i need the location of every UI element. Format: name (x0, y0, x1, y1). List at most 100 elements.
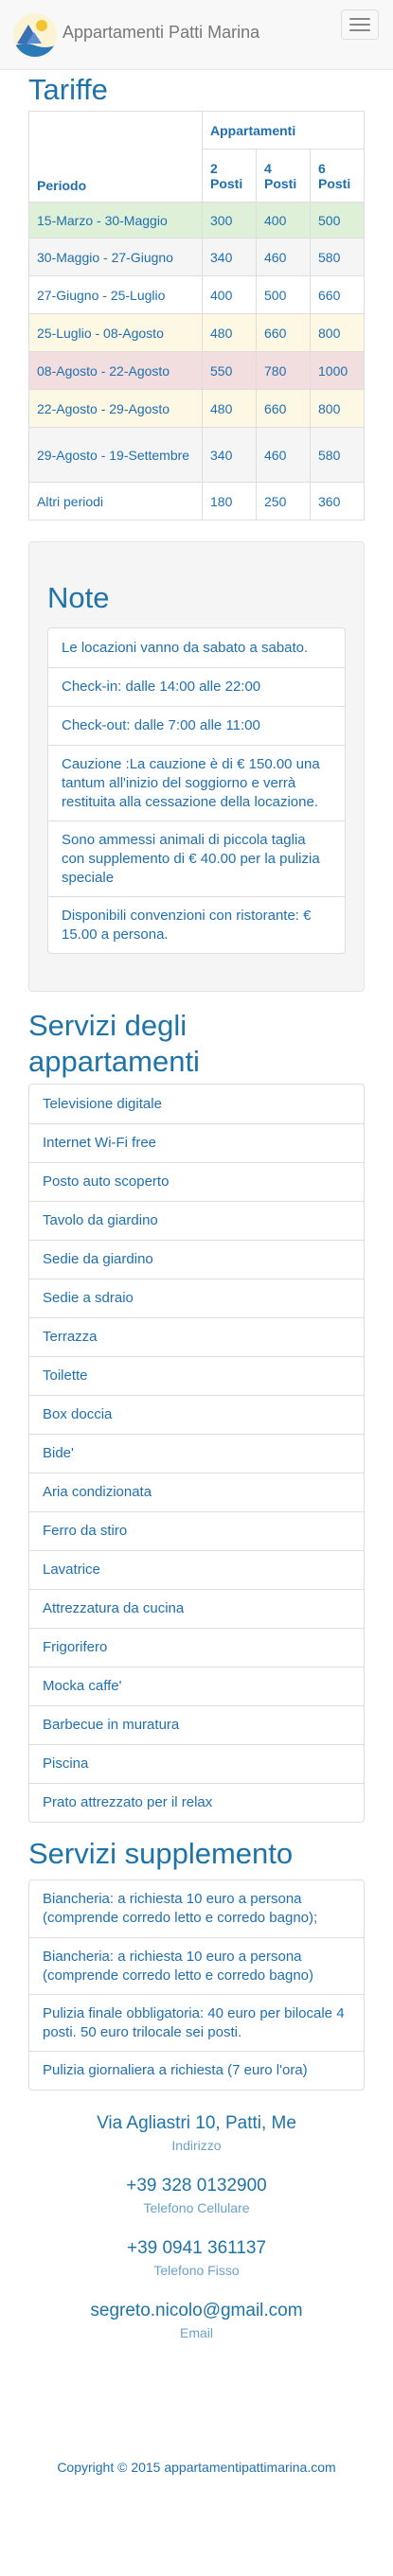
service-item-label: Frigorifero (43, 1639, 108, 1655)
note-item-label: Disponibili convenzioni con ristorante: … (62, 907, 312, 943)
service-item: Mocka caffe' (29, 1667, 364, 1705)
notes-heading: Note (47, 581, 110, 614)
price-cell: 550 (202, 351, 257, 390)
contact-entry: +39 0941 361137 Telefono Fisso (28, 2238, 365, 2278)
period-cell: 30-Maggio - 27-Giugno (28, 238, 203, 276)
service-item-label: Terrazza (43, 1329, 98, 1345)
rates-row: 08-Agosto - 22-Agosto 550 780 1000 (28, 351, 365, 390)
price-cell: 500 (256, 275, 311, 314)
rates-row: 25-Luglio - 08-Agosto 480 660 800 (28, 313, 365, 352)
menu-bar-icon (349, 18, 370, 20)
contact-label: Indirizzo (171, 2138, 222, 2153)
service-item: Piscina (29, 1744, 364, 1783)
service-item-label: Ferro da stiro (43, 1523, 128, 1539)
period-cell: 22-Agosto - 29-Agosto (28, 389, 203, 428)
rates-table: Periodo Appartamenti 2 Posti 4 Posti 6 P… (28, 111, 365, 520)
service-item: Attrezzatura da cucina (29, 1589, 364, 1628)
service-item: Ferro da stiro (29, 1511, 364, 1550)
price-cell: 480 (202, 389, 257, 428)
service-item: Internet Wi-Fi free (29, 1123, 364, 1162)
price-cell: 580 (310, 238, 365, 276)
price-cell: 360 (310, 482, 365, 520)
period-cell: 25-Luglio - 08-Agosto (28, 313, 203, 352)
price-cell: 1000 (310, 351, 365, 390)
column-header-2-posti: 2 Posti (202, 149, 257, 203)
contact-value[interactable]: +39 0941 361137 (28, 2238, 365, 2259)
price-cell: 660 (310, 275, 365, 314)
supplement-item: Biancheria: a richiesta 10 euro a person… (29, 1937, 364, 1994)
supplements-heading: Servizi supplemento (28, 1837, 294, 1870)
price-cell: 580 (310, 427, 365, 483)
contact-value[interactable]: segreto.nicolo@gmail.com (28, 2301, 365, 2321)
price-cell: 500 (310, 202, 365, 238)
price-cell: 660 (256, 313, 311, 352)
price-cell: 480 (202, 313, 257, 352)
note-item-label: Le locazioni vanno da sabato a sabato. (62, 639, 309, 656)
contact-value[interactable]: +39 328 0132900 (28, 2176, 365, 2197)
rates-row: 30-Maggio - 27-Giugno 340 460 580 (28, 238, 365, 276)
brand-title[interactable]: Appartamenti Patti Marina (63, 23, 259, 43)
note-item-label: Check-out: dalle 7:00 alle 11:00 (62, 717, 260, 733)
service-item: Box doccia (29, 1395, 364, 1434)
contact-value[interactable]: Via Agliastri 10, Patti, Me (28, 2113, 365, 2134)
supplements-list: Biancheria: a richiesta 10 euro a person… (28, 1879, 365, 2091)
contact-entry: Via Agliastri 10, Patti, Me Indirizzo (28, 2113, 365, 2153)
note-item-label: Check-in: dalle 14:00 alle 22:00 (62, 679, 261, 695)
service-item-label: Bide' (43, 1445, 74, 1461)
supplement-item: Pulizia finale obbligatoria: 40 euro per… (29, 1994, 364, 2051)
price-cell: 800 (310, 313, 365, 352)
rates-row: 27-Giugno - 25-Luglio 400 500 660 (28, 275, 365, 314)
service-item-label: Televisione digitale (43, 1095, 162, 1112)
service-item: Sedie da giardino (29, 1240, 364, 1279)
contact-label: Telefono Cellulare (143, 2200, 250, 2215)
service-item-label: Sedie da giardino (43, 1251, 153, 1267)
rates-row: 22-Agosto - 29-Agosto 480 660 800 (28, 389, 365, 428)
service-item: Frigorifero (29, 1628, 364, 1667)
price-cell: 460 (256, 238, 311, 276)
price-cell: 660 (256, 389, 311, 428)
services-heading: Servizi degli appartamenti (28, 1009, 200, 1078)
notes-panel: Note Le locazioni vanno da sabato a saba… (28, 541, 365, 992)
service-item-label: Attrezzatura da cucina (43, 1600, 185, 1616)
service-item: Posto auto scoperto (29, 1162, 364, 1201)
period-cell: 08-Agosto - 22-Agosto (28, 351, 203, 390)
service-item: Barbecue in muratura (29, 1705, 364, 1744)
note-item: Check-in: dalle 14:00 alle 22:00 (48, 667, 345, 706)
apartments-group-header: Appartamenti (202, 111, 365, 150)
period-header: Periodo (28, 111, 203, 203)
notes-list: Le locazioni vanno da sabato a sabato. Ch… (47, 627, 346, 954)
period-cell: 27-Giugno - 25-Luglio (28, 275, 203, 314)
period-cell: Altri periodi (28, 482, 203, 520)
supplement-item-label: Pulizia giornaliera a richiesta (7 euro … (43, 2062, 308, 2078)
rates-row: Altri periodi 180 250 360 (28, 482, 365, 520)
service-item: Terrazza (29, 1317, 364, 1356)
contact-label: Telefono Fisso (153, 2263, 240, 2278)
service-item-label: Sedie a sdraio (43, 1290, 134, 1306)
service-item: Prato attrezzato per il relax (29, 1783, 364, 1822)
rates-heading: Tariffe (28, 73, 108, 106)
price-cell: 340 (202, 238, 257, 276)
copyright[interactable]: Copyright © 2015 appartamentipattimarina… (28, 2460, 365, 2475)
menu-toggle-button[interactable] (341, 9, 379, 40)
service-item-label: Prato attrezzato per il relax (43, 1794, 213, 1810)
service-item-label: Internet Wi-Fi free (43, 1135, 157, 1151)
supplement-item-label: Biancheria: a richiesta 10 euro a person… (43, 1891, 318, 1926)
brand-logo-icon[interactable] (13, 13, 57, 57)
service-item-label: Box doccia (43, 1406, 113, 1422)
price-cell: 300 (202, 202, 257, 238)
contact-entry: segreto.nicolo@gmail.com Email (28, 2301, 365, 2340)
price-cell: 340 (202, 427, 257, 483)
service-item: Aria condizionata (29, 1473, 364, 1511)
service-item-label: Piscina (43, 1756, 89, 1772)
price-cell: 400 (256, 202, 311, 238)
note-item: Cauzione :La cauzione è di € 150.00 una … (48, 745, 345, 820)
rates-row: 15-Marzo - 30-Maggio 300 400 500 (28, 202, 365, 238)
navbar: Appartamenti Patti Marina (0, 0, 393, 70)
price-cell: 180 (202, 482, 257, 520)
supplement-item-label: Biancheria: a richiesta 10 euro a person… (43, 1948, 313, 1984)
column-header-4-posti: 4 Posti (256, 149, 311, 203)
price-cell: 780 (256, 351, 311, 390)
service-item: Bide' (29, 1434, 364, 1473)
service-item-label: Toilette (43, 1367, 88, 1384)
menu-bar-icon (349, 24, 370, 26)
